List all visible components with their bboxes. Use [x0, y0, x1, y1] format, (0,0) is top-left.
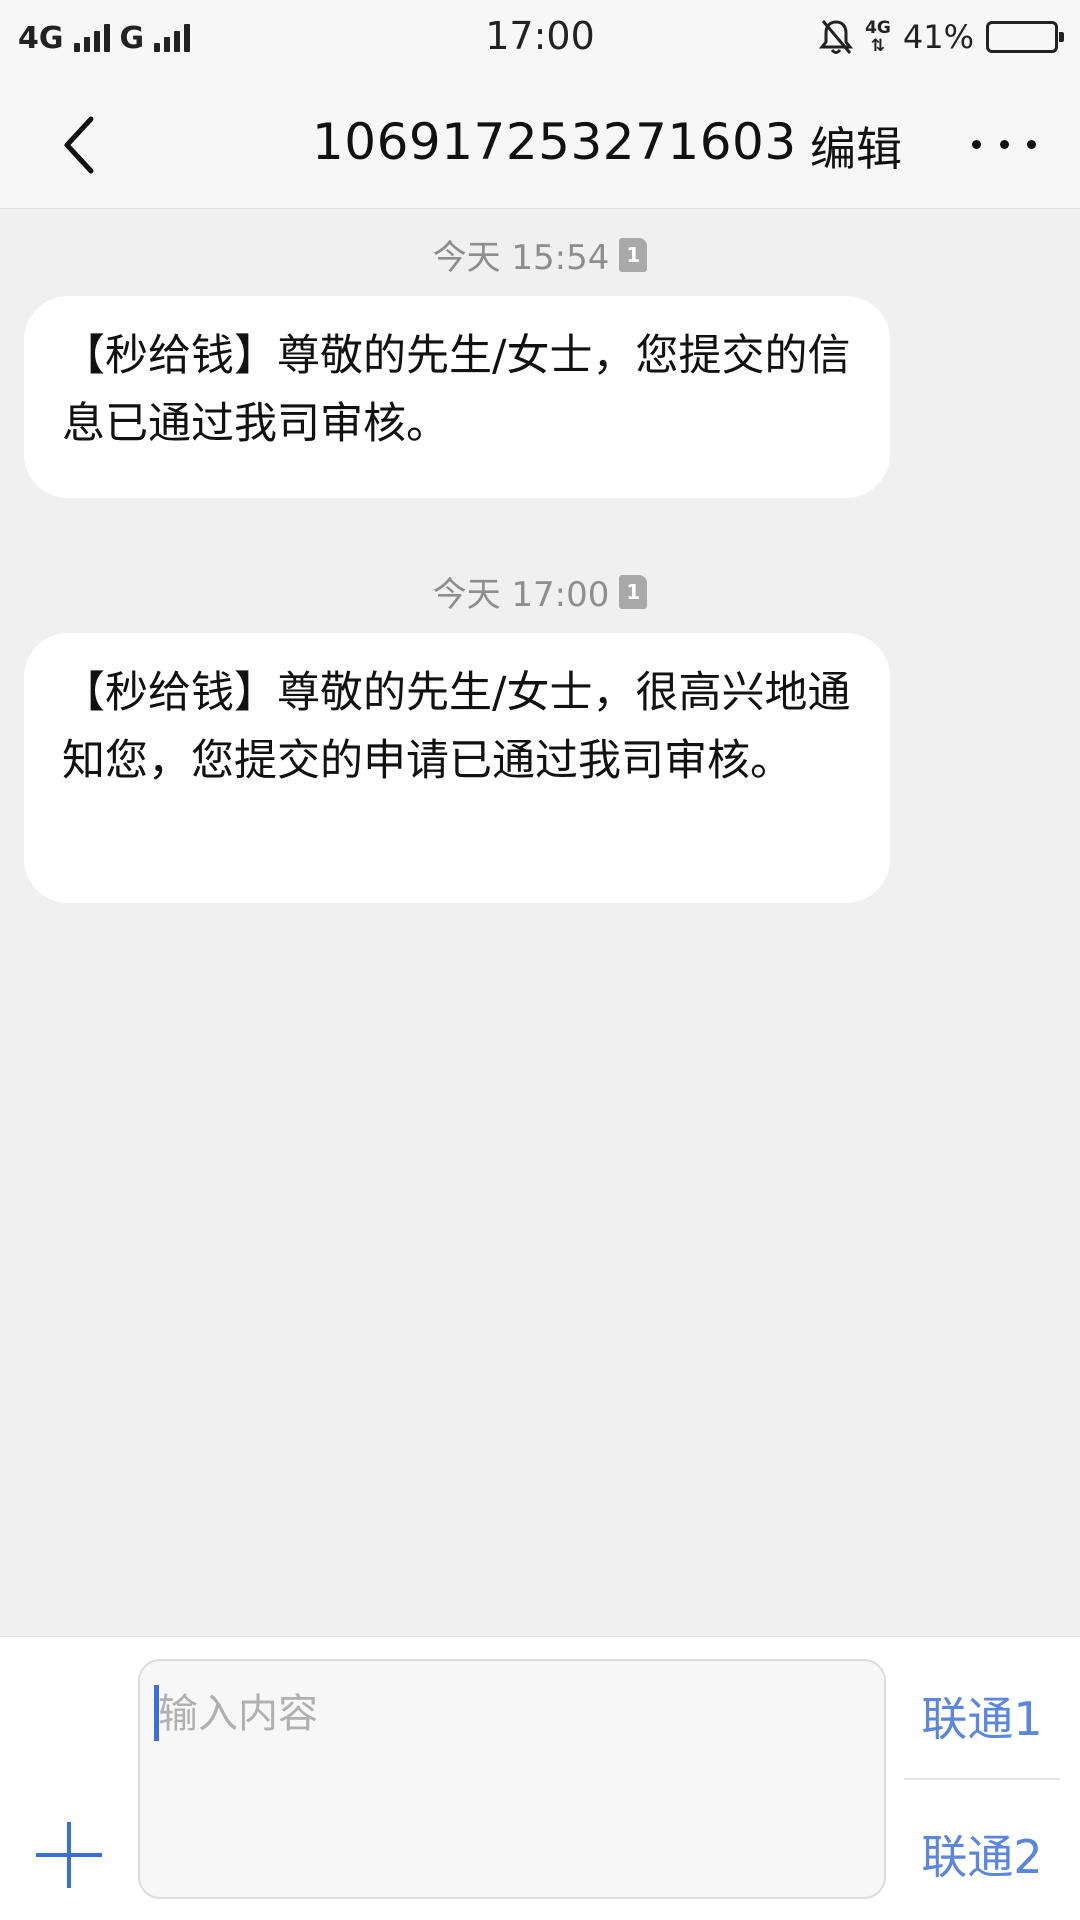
add-attachment-button[interactable]: [36, 1822, 102, 1888]
divider: [904, 1778, 1060, 1780]
more-dot-icon: [972, 139, 981, 149]
composer: 联通1 联通2: [0, 1636, 1080, 1920]
message-text: 【秒给钱】尊敬的先生/女士，您提交的信息已通过我司审核。: [62, 331, 851, 449]
message-text: 【秒给钱】尊敬的先生/女士，很高兴地通知您，您提交的申请已通过我司审核。: [62, 668, 851, 786]
battery-percent: 41%: [902, 18, 974, 56]
message-bubble[interactable]: 【秒给钱】尊敬的先生/女士，很高兴地通知您，您提交的申请已通过我司审核。: [24, 633, 890, 903]
title-bar: 106917253271603 编辑: [0, 75, 1080, 209]
back-button[interactable]: [44, 105, 114, 185]
bell-muted-icon: [819, 20, 854, 54]
message-list[interactable]: 今天 15:54 1 【秒给钱】尊敬的先生/女士，您提交的信息已通过我司审核。 …: [0, 210, 1080, 1634]
status-bar: 4G G 17:00 4G ⇅ 41%: [0, 0, 1080, 75]
message-timestamp: 今天 15:54 1: [0, 230, 1080, 279]
message-input[interactable]: [138, 1659, 886, 1899]
more-dot-icon: [1027, 139, 1036, 149]
chevron-left-icon: [64, 116, 94, 174]
sim-card-icon: 1: [619, 574, 648, 609]
send-sim1-button[interactable]: 联通1: [904, 1659, 1060, 1779]
status-right: 4G ⇅ 41%: [819, 14, 1064, 60]
message-timestamp: 今天 17:00 1: [0, 567, 1080, 616]
sim-card-icon: 1: [619, 237, 648, 272]
message-bubble[interactable]: 【秒给钱】尊敬的先生/女士，您提交的信息已通过我司审核。: [24, 296, 890, 498]
mobile-data-label: 4G: [865, 18, 891, 38]
edit-button[interactable]: 编辑: [810, 113, 902, 179]
timestamp-text: 今天 17:00: [432, 575, 610, 615]
more-dot-icon: [999, 139, 1009, 149]
text-cursor: [154, 1685, 159, 1741]
timestamp-text: 今天 15:54: [432, 238, 610, 278]
send-sim2-button[interactable]: 联通2: [904, 1797, 1060, 1917]
battery-icon: [986, 21, 1064, 53]
conversation-title: 106917253271603: [312, 113, 797, 171]
more-options-button[interactable]: [972, 117, 1036, 171]
mobile-data-icon: 4G ⇅: [865, 18, 891, 56]
